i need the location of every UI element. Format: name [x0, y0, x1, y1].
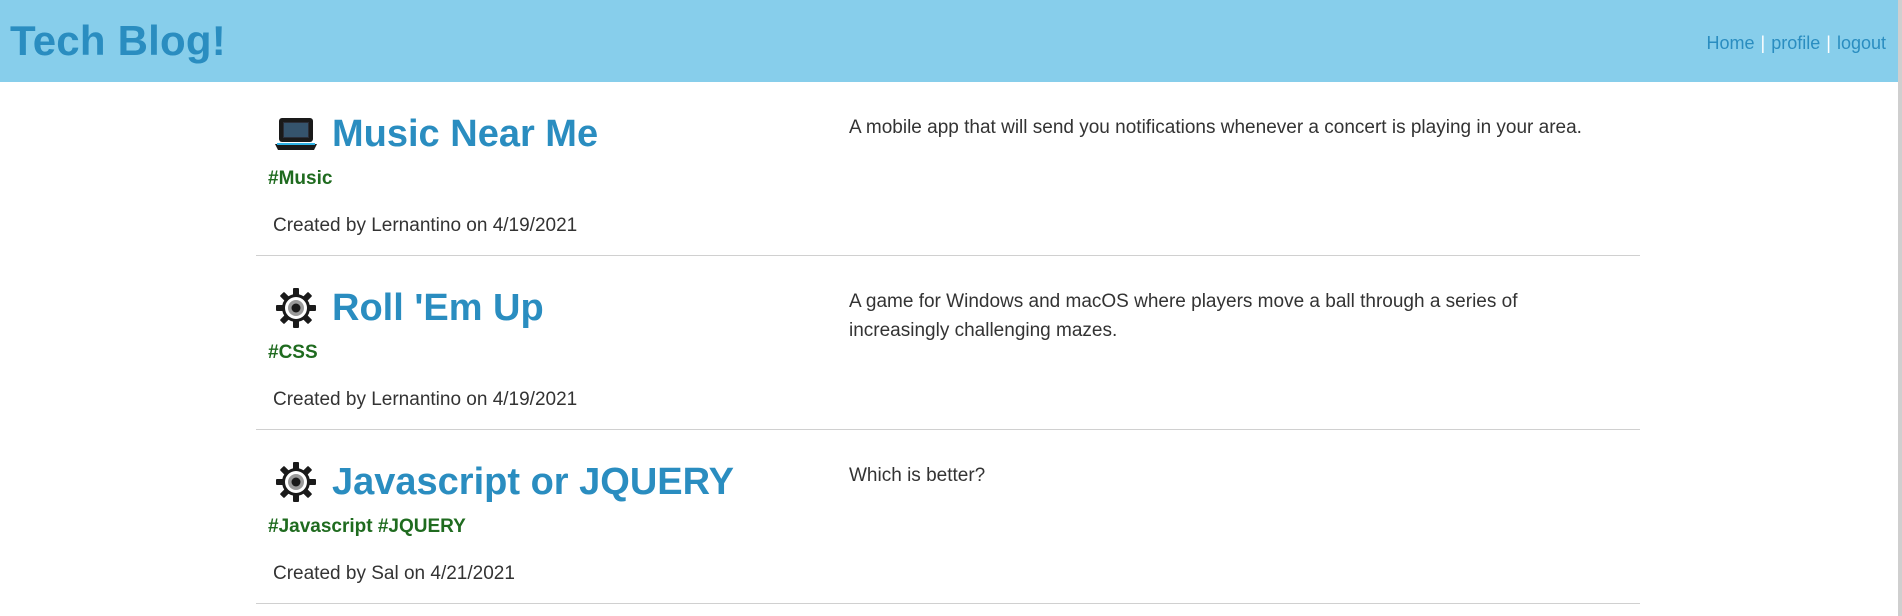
top-nav: Home | profile | logout	[1707, 33, 1886, 54]
nav-home-link[interactable]: Home	[1707, 33, 1755, 54]
site-brand[interactable]: Tech Blog!	[10, 17, 226, 65]
post-list: Music Near Me #Music Created by Lernanti…	[256, 82, 1640, 604]
site-header: Tech Blog! Home | profile | logout	[0, 0, 1898, 82]
nav-logout-link[interactable]: logout	[1837, 33, 1886, 54]
scrollbar[interactable]	[1898, 0, 1902, 616]
gear-icon	[274, 286, 318, 330]
post-title-row: Javascript or JQUERY	[274, 460, 734, 504]
laptop-icon	[274, 112, 318, 156]
post-tags[interactable]: #CSS	[268, 342, 318, 364]
post-description: Which is better?	[849, 465, 986, 486]
post-description: A mobile app that will send you notifica…	[849, 117, 1582, 138]
post-title-link[interactable]: Music Near Me	[332, 113, 598, 156]
post-description: A game for Windows and macOS where playe…	[849, 291, 1518, 341]
post-meta: Created by Lernantino on 4/19/2021	[273, 389, 578, 410]
post-header: Roll 'Em Up #CSS Created by Lernantino o…	[256, 256, 836, 429]
nav-separator: |	[1760, 32, 1766, 53]
post-card: Music Near Me #Music Created by Lernanti…	[256, 82, 1640, 256]
gear-icon	[274, 460, 318, 504]
post-title-link[interactable]: Roll 'Em Up	[332, 287, 544, 330]
post-header: Javascript or JQUERY #Javascript #JQUERY…	[256, 430, 836, 603]
post-tags[interactable]: #Javascript #JQUERY	[268, 516, 466, 538]
post-title-link[interactable]: Javascript or JQUERY	[332, 461, 734, 504]
post-header: Music Near Me #Music Created by Lernanti…	[256, 82, 836, 255]
post-card: Roll 'Em Up #CSS Created by Lernantino o…	[256, 256, 1640, 430]
post-title-row: Music Near Me	[274, 112, 598, 156]
nav-separator: |	[1826, 32, 1831, 53]
post-meta: Created by Sal on 4/21/2021	[273, 563, 515, 584]
post-meta: Created by Lernantino on 4/19/2021	[273, 215, 578, 236]
post-title-row: Roll 'Em Up	[274, 286, 544, 330]
post-card: Javascript or JQUERY #Javascript #JQUERY…	[256, 430, 1640, 604]
post-tags[interactable]: #Music	[268, 168, 332, 190]
nav-profile-link[interactable]: profile	[1771, 33, 1820, 54]
